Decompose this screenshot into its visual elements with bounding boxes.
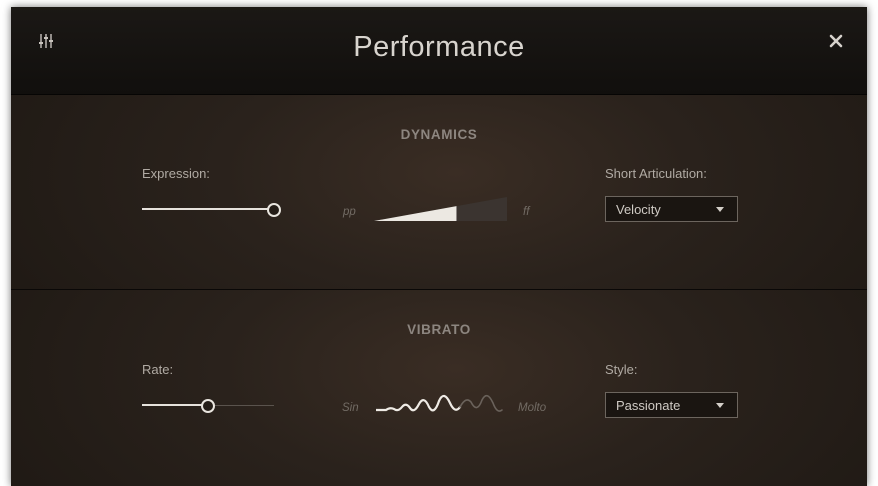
chevron-down-icon — [716, 403, 724, 408]
dynamics-section-title: DYNAMICS — [400, 127, 478, 142]
short-articulation-dropdown[interactable]: Velocity — [605, 196, 738, 222]
dynamics-max-label: ff — [523, 206, 530, 218]
rate-slider[interactable] — [142, 399, 274, 413]
dynamics-meter — [374, 197, 507, 221]
vibrato-min-label: Sin — [342, 402, 359, 414]
rate-label: Rate: — [142, 362, 174, 377]
expression-slider-thumb[interactable] — [267, 203, 281, 217]
close-icon[interactable] — [829, 34, 843, 48]
page-title: Performance — [353, 31, 525, 63]
dynamics-min-label: pp — [343, 206, 356, 218]
vibrato-section: VIBRATO Rate: Sin Molto Style: Passionat… — [11, 290, 867, 486]
performance-panel: Performance DYNAMICS Expression: pp ff S… — [11, 7, 867, 486]
chevron-down-icon — [716, 207, 724, 212]
vibrato-section-title: VIBRATO — [407, 322, 471, 337]
dynamics-section: DYNAMICS Expression: pp ff Short Articul… — [11, 95, 867, 289]
short-articulation-label: Short Articulation: — [605, 166, 707, 181]
style-dropdown[interactable]: Passionate — [605, 392, 738, 418]
expression-label: Expression: — [142, 166, 210, 181]
style-value: Passionate — [616, 398, 681, 413]
rate-slider-fill — [142, 404, 208, 406]
header-bar: Performance — [11, 7, 867, 95]
style-label: Style: — [605, 362, 638, 377]
expression-slider-fill — [142, 208, 274, 210]
vibrato-max-label: Molto — [518, 402, 547, 414]
short-articulation-value: Velocity — [616, 202, 661, 217]
rate-slider-thumb[interactable] — [201, 399, 215, 413]
expression-slider[interactable] — [142, 203, 281, 217]
vibrato-waveform-icon — [376, 394, 503, 412]
